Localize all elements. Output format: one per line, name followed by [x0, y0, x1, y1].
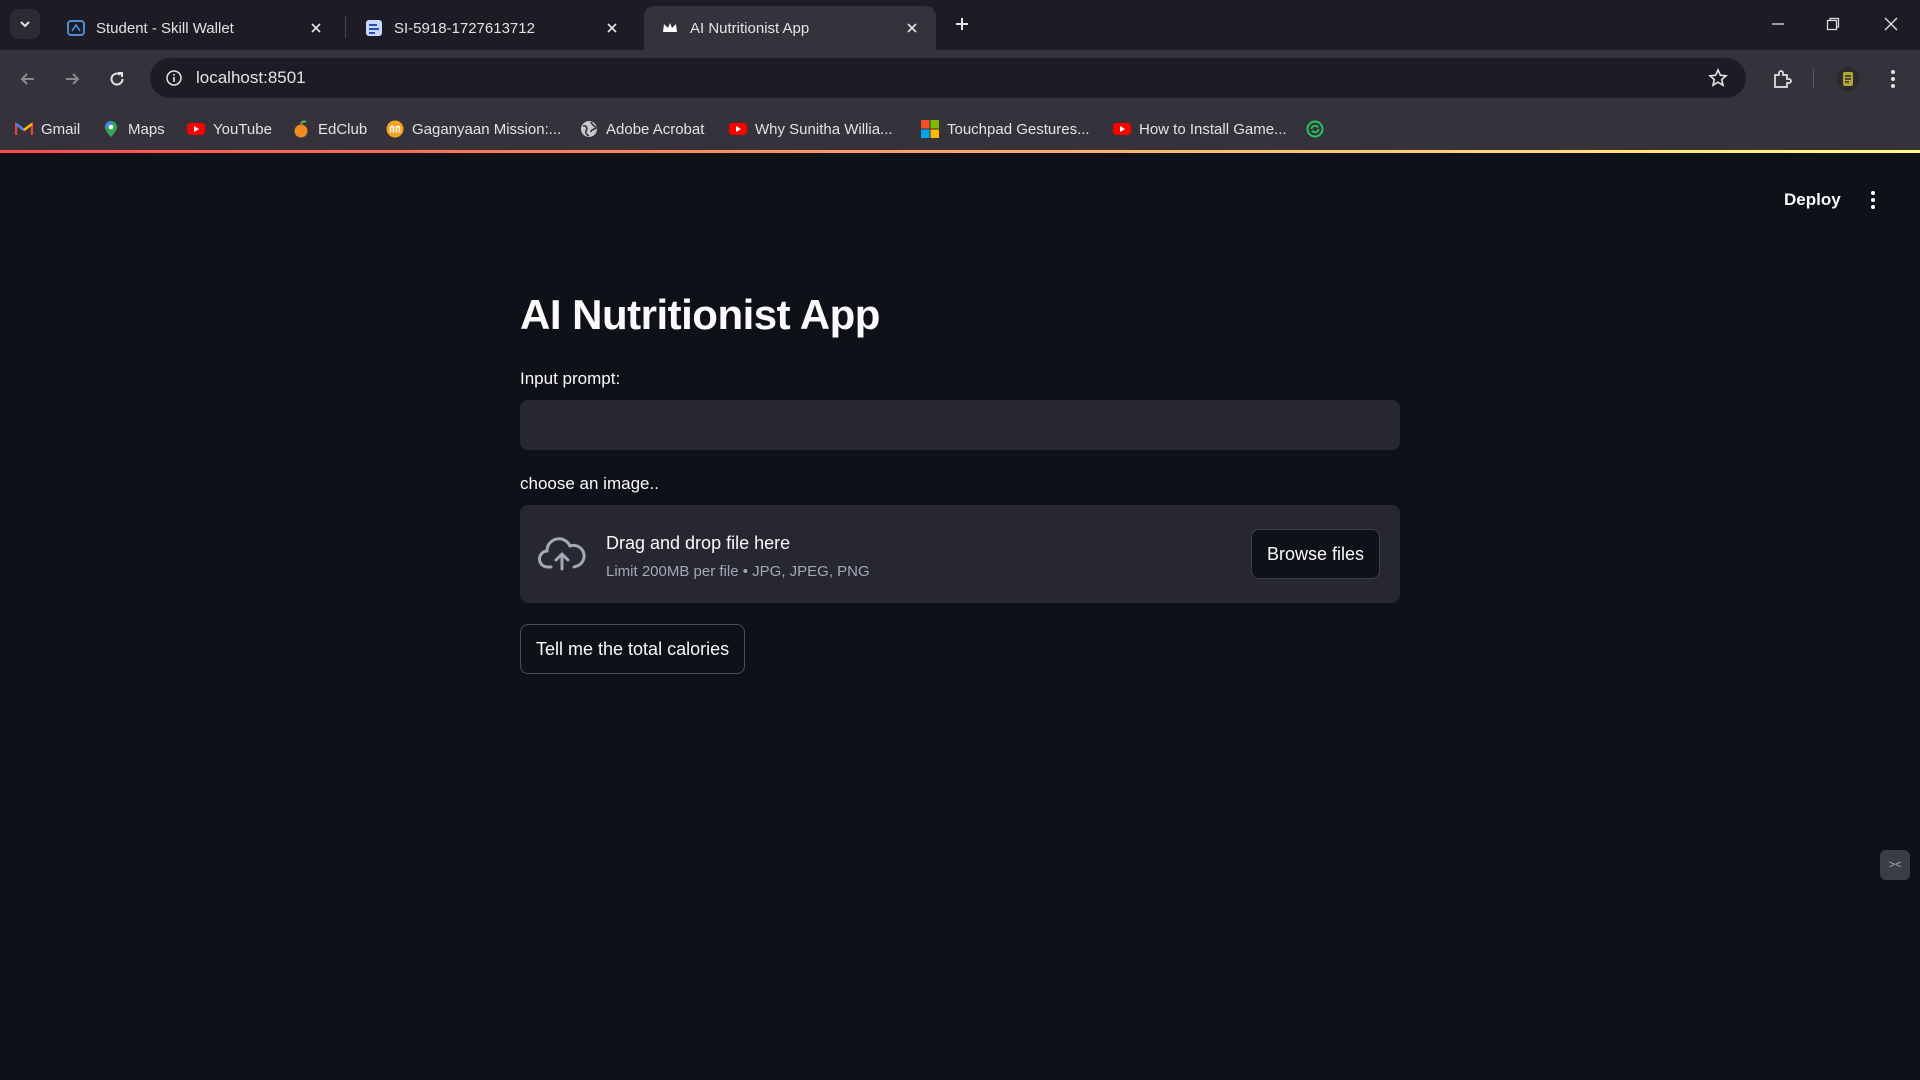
profile-avatar-icon[interactable]: [1833, 64, 1863, 94]
dropzone-title: Drag and drop file here: [606, 533, 791, 553]
youtube-icon: [187, 120, 205, 138]
close-icon[interactable]: [306, 18, 326, 38]
forward-button[interactable]: [55, 62, 89, 96]
dropzone-limit-text: Limit 200MB per file • JPG, JPEG, PNG: [606, 563, 870, 580]
cloud-upload-icon: [538, 537, 586, 571]
bookmark-label: Touchpad Gestures...: [947, 120, 1090, 138]
bookmark-label: YouTube: [213, 120, 272, 138]
bookmark-label: How to Install Game...: [1139, 120, 1287, 138]
browse-files-button[interactable]: Browse files: [1250, 529, 1380, 579]
close-icon: [1884, 17, 1898, 31]
deploy-button[interactable]: Deploy: [1770, 182, 1855, 218]
input-prompt-field[interactable]: [520, 400, 1400, 450]
arrow-left-icon: [20, 73, 34, 85]
reload-button[interactable]: [100, 62, 134, 96]
toolbar-divider: [1813, 69, 1814, 89]
close-icon[interactable]: [902, 18, 922, 38]
restore-icon: [1826, 17, 1840, 31]
microsoft-icon: [921, 120, 939, 138]
bookmark-green-extension[interactable]: [1306, 117, 1332, 141]
streamlit-crown-icon: [660, 18, 680, 38]
bookmark-gmail[interactable]: Gmail: [15, 117, 80, 141]
globe-icon: [580, 120, 598, 138]
bookmark-label: Why Sunitha Willia...: [755, 120, 893, 138]
refresh-circle-icon: [1306, 120, 1324, 138]
bookmark-label: EdClub: [318, 120, 368, 138]
back-button[interactable]: [11, 62, 45, 96]
tab-search-button[interactable]: [10, 9, 40, 39]
gaganyaan-icon: [386, 120, 404, 138]
bookmark-maps[interactable]: Maps: [102, 117, 165, 141]
reload-icon: [110, 72, 124, 86]
input-prompt-label: Input prompt:: [520, 369, 621, 388]
uploader-label: choose an image..: [520, 474, 659, 493]
bookmark-edclub[interactable]: EdClub: [292, 117, 367, 141]
tab-si-5918[interactable]: SI-5918-1727613712: [348, 6, 636, 50]
chevron-down-icon: [20, 21, 30, 28]
bookmark-adobe-acrobat[interactable]: Adobe Acrobat: [580, 117, 704, 141]
bookmark-youtube[interactable]: YouTube: [187, 117, 272, 141]
total-calories-button[interactable]: Tell me the total calories: [520, 624, 746, 674]
tab-title: SI-5918-1727613712: [394, 19, 535, 37]
browser-menu-icon[interactable]: [1878, 64, 1908, 94]
edclub-icon: [292, 120, 310, 138]
gmail-icon: [15, 120, 33, 138]
bookmark-gaganyaan[interactable]: Gaganyaan Mission:...: [386, 117, 561, 141]
bookmark-label: Adobe Acrobat: [606, 120, 705, 138]
minimize-icon: [1772, 23, 1784, 25]
bookmark-star-icon[interactable]: [1706, 66, 1730, 90]
bookmark-touchpad-gestures[interactable]: Touchpad Gestures...: [921, 117, 1090, 141]
bookmarks-bar: Gmail Maps YouTube EdClub Gaganyaan Miss…: [0, 108, 1920, 150]
browser-toolbar: localhost:8501: [0, 50, 1920, 108]
bookmark-why-sunitha[interactable]: Why Sunitha Willia...: [729, 117, 893, 141]
tab-student-skill-wallet[interactable]: Student - Skill Wallet: [50, 6, 340, 50]
bookmark-label: Maps: [128, 120, 165, 138]
restore-button[interactable]: [1813, 8, 1853, 40]
tab-title: Student - Skill Wallet: [96, 19, 234, 37]
dev-tools-icon[interactable]: ><: [1880, 850, 1910, 880]
plus-icon: [956, 18, 968, 30]
bookmark-how-to-install-game[interactable]: How to Install Game...: [1113, 117, 1287, 141]
youtube-icon: [1113, 120, 1131, 138]
app-page: Deploy AI Nutritionist App Input prompt:…: [0, 153, 1920, 1080]
youtube-icon: [729, 120, 747, 138]
extensions-icon[interactable]: [1767, 64, 1797, 94]
close-icon[interactable]: [602, 18, 622, 38]
file-dropzone[interactable]: Drag and drop file here Limit 200MB per …: [520, 505, 1400, 603]
bookmark-label: Gmail: [41, 120, 81, 138]
tab-ai-nutritionist-app[interactable]: AI Nutritionist App: [644, 6, 936, 50]
arrow-right-icon: [66, 73, 80, 85]
page-title: AI Nutritionist App: [520, 291, 880, 338]
close-window-button[interactable]: [1871, 8, 1911, 40]
tab-separator: [345, 16, 346, 38]
skill-wallet-icon: [66, 18, 86, 38]
tab-title: AI Nutritionist App: [690, 19, 810, 37]
new-tab-button[interactable]: [948, 10, 976, 38]
maps-icon: [102, 120, 120, 138]
address-bar[interactable]: localhost:8501: [150, 58, 1746, 98]
site-info-icon[interactable]: [160, 64, 188, 92]
main-menu-icon[interactable]: [1858, 182, 1888, 218]
browser-tab-strip: Student - Skill Wallet SI-5918-172761371…: [0, 0, 1920, 50]
url-text[interactable]: localhost:8501: [196, 68, 306, 88]
minimize-button[interactable]: [1758, 8, 1798, 40]
bookmark-label: Gaganyaan Mission:...: [412, 120, 562, 138]
document-icon: [364, 18, 384, 38]
